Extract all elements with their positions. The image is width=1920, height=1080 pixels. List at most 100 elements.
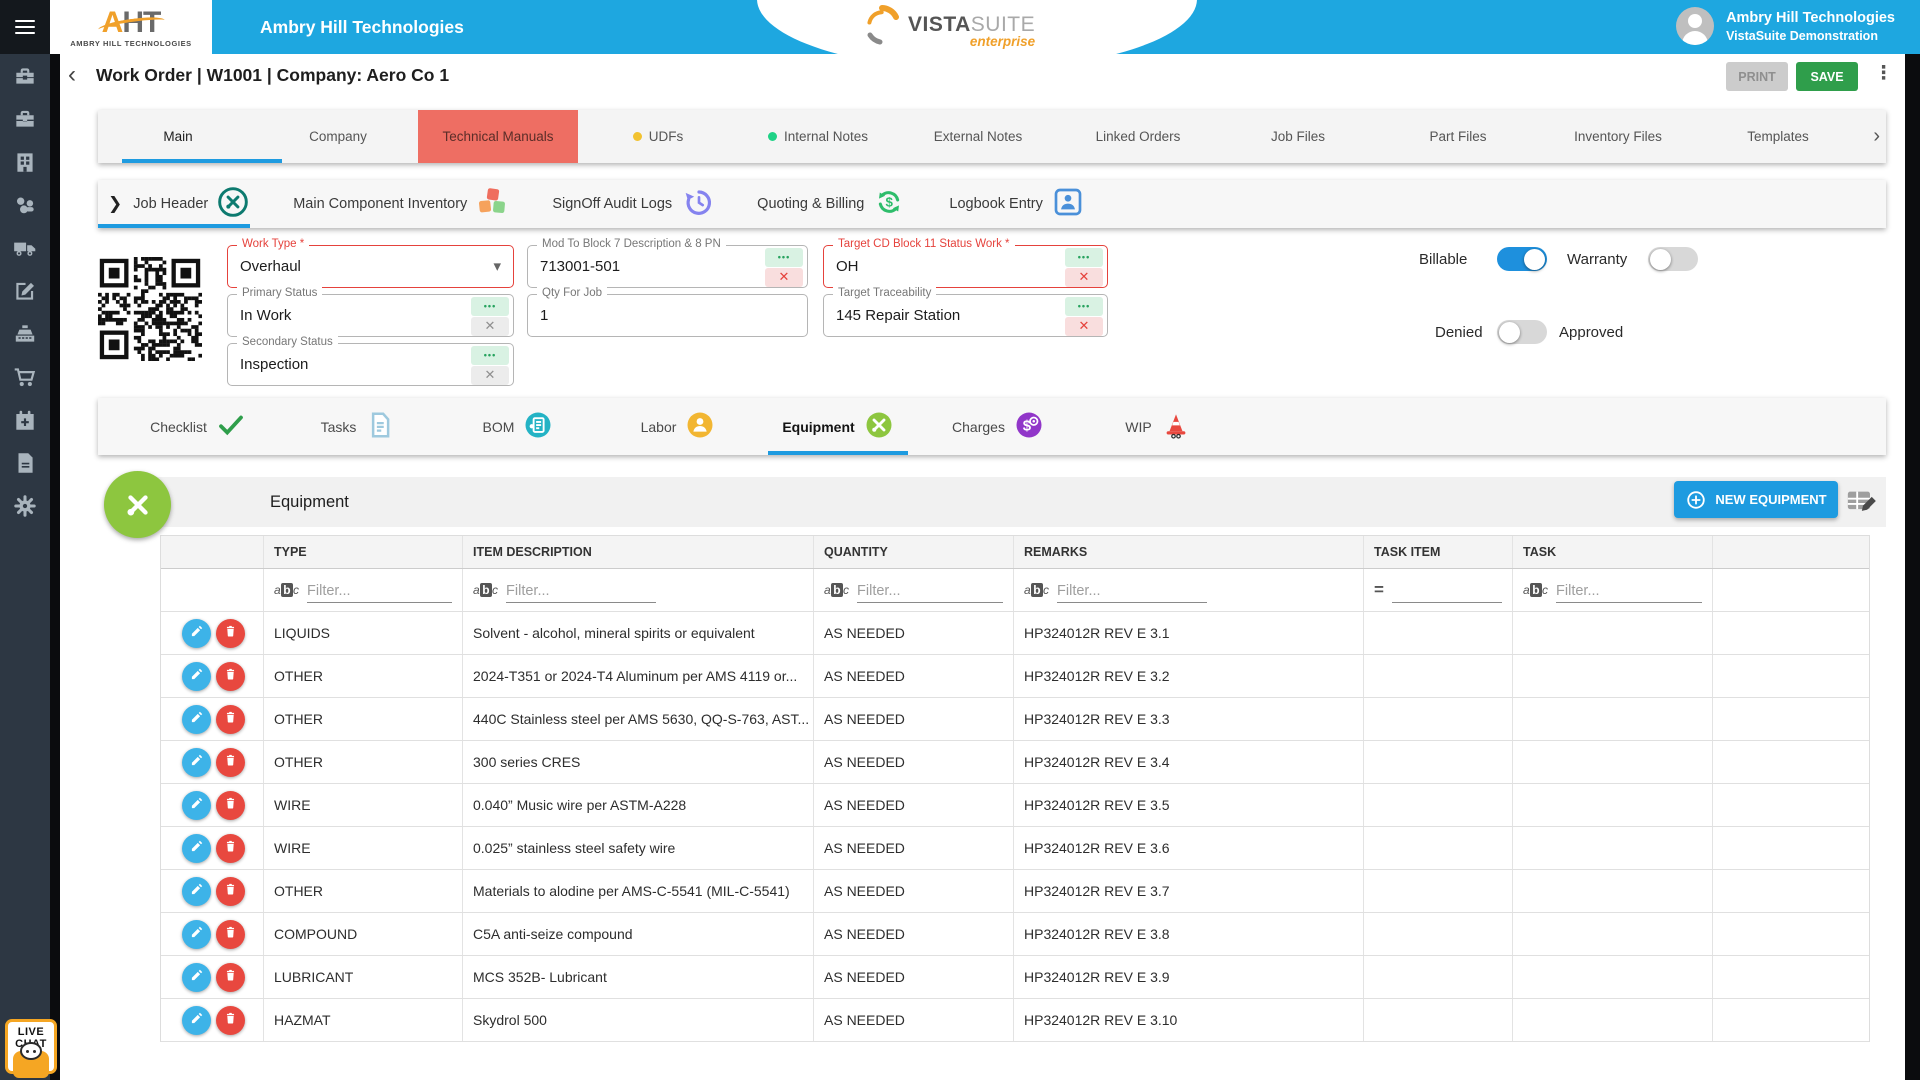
edit-row-button[interactable]	[182, 662, 211, 691]
sidebar-item-cart[interactable]	[11, 365, 39, 393]
delete-row-button[interactable]	[216, 963, 245, 992]
sidebar-item-edit[interactable]	[11, 279, 39, 307]
column-header-task[interactable]: TASK	[1513, 536, 1713, 568]
target-traceability-more-button[interactable]: •••	[1065, 297, 1103, 316]
equals-filter-icon[interactable]: =	[1374, 580, 1384, 600]
edit-row-button[interactable]	[182, 748, 211, 777]
subtab-checklist[interactable]: Checklist	[118, 398, 278, 455]
secondary-status-field[interactable]: Secondary Status Inspection ••• ✕	[227, 343, 514, 386]
subtab-bom[interactable]: BOM	[438, 398, 598, 455]
sidebar-item-building[interactable]	[11, 150, 39, 178]
nav-item-job-header[interactable]: ❯Job Header	[108, 186, 249, 222]
column-header-type[interactable]: TYPE	[264, 536, 463, 568]
new-equipment-button[interactable]: NEW EQUIPMENT	[1674, 481, 1838, 518]
edit-row-button[interactable]	[182, 705, 211, 734]
remarks-filter-input[interactable]: Filter...	[1057, 577, 1207, 603]
target-traceability-field[interactable]: Target Traceability 145 Repair Station •…	[823, 294, 1108, 337]
nav-item-signoff-audit-logs[interactable]: SignOff Audit Logs	[552, 186, 713, 222]
edit-row-button[interactable]	[182, 963, 211, 992]
nav-item-quoting-billing[interactable]: Quoting & Billing$	[757, 186, 905, 222]
edit-row-button[interactable]	[182, 619, 211, 648]
sidebar-item-register[interactable]	[11, 322, 39, 350]
mod-to-block-more-button[interactable]: •••	[765, 248, 803, 267]
edit-row-button[interactable]	[182, 791, 211, 820]
primary-status-more-button[interactable]: •••	[471, 297, 509, 316]
delete-row-button[interactable]	[216, 920, 245, 949]
subtab-charges[interactable]: Charges$	[918, 398, 1078, 455]
more-menu-button[interactable]: ⋮	[1874, 62, 1893, 85]
sidebar-item-document[interactable]	[11, 451, 39, 479]
subtab-labor[interactable]: Labor	[598, 398, 758, 455]
save-button[interactable]: SAVE	[1796, 62, 1858, 91]
primary-status-clear-button[interactable]: ✕	[471, 317, 509, 336]
live-chat-widget[interactable]: LIVECHAT	[5, 1019, 57, 1074]
nav-item-main-component-inventory[interactable]: Main Component Inventory	[293, 186, 508, 222]
work-type-field[interactable]: Work Type * Overhaul ▾	[227, 245, 514, 288]
tab-linked-orders[interactable]: Linked Orders	[1058, 110, 1218, 163]
denied-approved-toggle[interactable]	[1497, 320, 1547, 344]
edit-row-button[interactable]	[182, 920, 211, 949]
tab-main[interactable]: Main	[98, 110, 258, 163]
abc-filter-icon[interactable]: abc	[274, 583, 299, 597]
tab-templates[interactable]: Templates	[1698, 110, 1858, 163]
nav-item-logbook-entry[interactable]: Logbook Entry	[949, 186, 1084, 222]
delete-row-button[interactable]	[216, 619, 245, 648]
quantity-filter-input[interactable]: Filter...	[857, 577, 1003, 603]
abc-filter-icon[interactable]: abc	[1523, 583, 1548, 597]
type-filter-input[interactable]: Filter...	[307, 577, 452, 603]
subtab-wip[interactable]: WIP	[1078, 398, 1238, 455]
grid-edit-icon[interactable]	[1846, 487, 1880, 515]
tab-part-files[interactable]: Part Files	[1378, 110, 1538, 163]
primary-status-field[interactable]: Primary Status In Work ••• ✕	[227, 294, 514, 337]
tab-external-notes[interactable]: External Notes	[898, 110, 1058, 163]
sidebar-item-briefcase[interactable]	[11, 107, 39, 135]
user-menu[interactable]: Ambry Hill Technologies VistaSuite Demon…	[1676, 7, 1895, 45]
dropdown-caret-icon[interactable]: ▾	[493, 257, 501, 275]
subtab-tasks[interactable]: Tasks	[278, 398, 438, 455]
tab-technical-manuals[interactable]: Technical Manuals	[418, 110, 578, 163]
print-button[interactable]: PRINT	[1726, 62, 1788, 91]
abc-filter-icon[interactable]: abc	[473, 583, 498, 597]
delete-row-button[interactable]	[216, 705, 245, 734]
task-filter-input[interactable]: Filter...	[1556, 577, 1702, 603]
back-button[interactable]: ‹	[68, 61, 76, 89]
tab-overflow-chevron-icon[interactable]: ›	[1873, 110, 1880, 163]
column-header-item-description[interactable]: ITEM DESCRIPTION	[463, 536, 814, 568]
sidebar-item-toolbox[interactable]	[11, 64, 39, 92]
tab-udfs[interactable]: UDFs	[578, 110, 738, 163]
column-header-remarks[interactable]: REMARKS	[1014, 536, 1364, 568]
delete-row-button[interactable]	[216, 791, 245, 820]
tab-company[interactable]: Company	[258, 110, 418, 163]
mod-to-block-field[interactable]: Mod To Block 7 Description & 8 PN 713001…	[527, 245, 808, 288]
edit-row-button[interactable]	[182, 834, 211, 863]
delete-row-button[interactable]	[216, 662, 245, 691]
abc-filter-icon[interactable]: abc	[824, 583, 849, 597]
task-item-filter-input[interactable]	[1392, 577, 1502, 603]
mod-to-block-clear-button[interactable]: ✕	[765, 268, 803, 287]
tab-job-files[interactable]: Job Files	[1218, 110, 1378, 163]
column-header-task-item[interactable]: TASK ITEM	[1364, 536, 1513, 568]
tab-internal-notes[interactable]: Internal Notes	[738, 110, 898, 163]
warranty-toggle[interactable]	[1648, 247, 1698, 271]
delete-row-button[interactable]	[216, 1006, 245, 1035]
abc-filter-icon[interactable]: abc	[1024, 583, 1049, 597]
item-description-filter-input[interactable]: Filter...	[506, 577, 656, 603]
target-cd-clear-button[interactable]: ✕	[1065, 268, 1103, 287]
delete-row-button[interactable]	[216, 748, 245, 777]
menu-button[interactable]	[0, 0, 50, 54]
qty-for-job-field[interactable]: Qty For Job 1	[527, 294, 808, 337]
column-header-quantity[interactable]: QUANTITY	[814, 536, 1014, 568]
sidebar-item-truck[interactable]	[11, 236, 39, 264]
target-traceability-clear-button[interactable]: ✕	[1065, 317, 1103, 336]
target-cd-more-button[interactable]: •••	[1065, 248, 1103, 267]
sidebar-item-parts[interactable]	[11, 193, 39, 221]
delete-row-button[interactable]	[216, 834, 245, 863]
secondary-status-clear-button[interactable]: ✕	[471, 366, 509, 385]
sidebar-item-calendar[interactable]	[11, 408, 39, 436]
edit-row-button[interactable]	[182, 1006, 211, 1035]
secondary-status-more-button[interactable]: •••	[471, 346, 509, 365]
billable-toggle[interactable]	[1497, 247, 1547, 271]
tab-inventory-files[interactable]: Inventory Files	[1538, 110, 1698, 163]
edit-row-button[interactable]	[182, 877, 211, 906]
subtab-equipment[interactable]: Equipment	[758, 398, 918, 455]
